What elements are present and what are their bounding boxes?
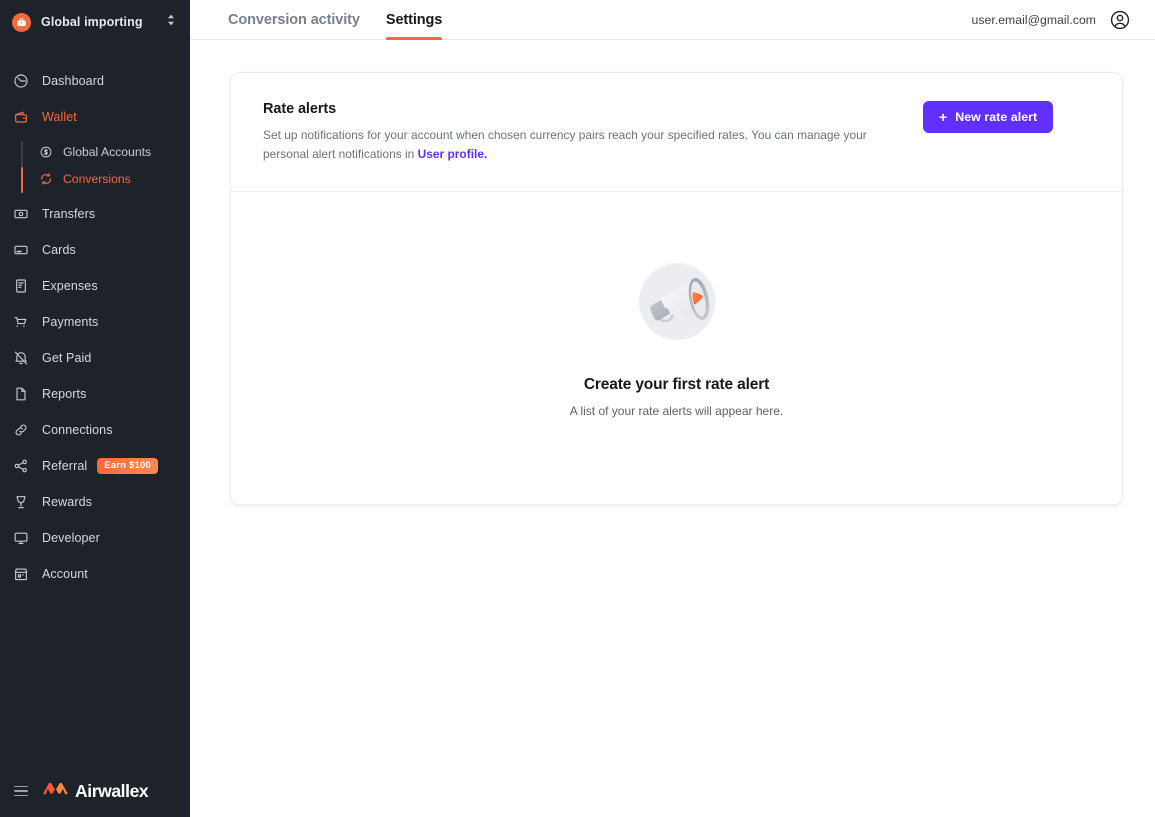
sidebar-subitem-label: Conversions bbox=[63, 172, 131, 186]
sidebar-subnav-wallet: Global Accounts Conversions bbox=[0, 139, 190, 193]
empty-state-subtitle: A list of your rate alerts will appear h… bbox=[569, 403, 784, 418]
empty-state-title: Create your first rate alert bbox=[583, 375, 770, 393]
plus-icon: + bbox=[939, 108, 948, 125]
dollar-circle-icon bbox=[38, 145, 53, 160]
briefcase-icon bbox=[12, 12, 31, 32]
sidebar-subitem-global-accounts[interactable]: Global Accounts bbox=[24, 139, 190, 165]
user-email: user.email@gmail.com bbox=[971, 12, 1096, 27]
sidebar-item-get-paid[interactable]: Get Paid bbox=[0, 340, 190, 376]
topbar: Conversion activity Settings user.email@… bbox=[190, 0, 1155, 40]
app-root: Global importing Dashboard Wallet Global… bbox=[0, 0, 1155, 817]
rate-alerts-empty-state: Create your first rate alert A list of y… bbox=[231, 192, 1122, 504]
rate-alerts-card: Rate alerts Set up notifications for you… bbox=[230, 72, 1123, 505]
sidebar-item-label: Connections bbox=[42, 423, 113, 437]
tab-settings[interactable]: Settings bbox=[385, 0, 443, 40]
sidebar-item-label: Reports bbox=[42, 387, 87, 401]
tab-conversion-activity[interactable]: Conversion activity bbox=[228, 0, 360, 39]
trophy-icon bbox=[12, 493, 30, 511]
user-circle-icon[interactable] bbox=[1109, 9, 1131, 31]
sidebar: Global importing Dashboard Wallet Global… bbox=[0, 0, 190, 817]
sidebar-item-label: Rewards bbox=[42, 495, 93, 509]
sidebar-item-label: Get Paid bbox=[42, 351, 92, 365]
dashboard-icon bbox=[12, 72, 30, 90]
sidebar-item-rewards[interactable]: Rewards bbox=[0, 484, 190, 520]
expenses-icon bbox=[12, 277, 30, 295]
sidebar-nav: Dashboard Wallet Global Accounts Convers… bbox=[0, 63, 190, 765]
card-description: Set up notifications for your account wh… bbox=[263, 126, 899, 165]
wallet-icon bbox=[12, 108, 30, 126]
sidebar-item-label: Developer bbox=[42, 531, 100, 545]
get-paid-icon bbox=[12, 349, 30, 367]
topbar-right: user.email@gmail.com bbox=[972, 0, 1131, 39]
card-description-text: Set up notifications for your account wh… bbox=[263, 128, 867, 162]
sidebar-item-cards[interactable]: Cards bbox=[0, 232, 190, 268]
card-header-text: Rate alerts Set up notifications for you… bbox=[263, 101, 923, 165]
sidebar-item-label: Account bbox=[42, 567, 88, 581]
new-rate-alert-label: New rate alert bbox=[955, 110, 1038, 124]
new-rate-alert-button[interactable]: + New rate alert bbox=[923, 101, 1054, 133]
sidebar-item-developer[interactable]: Developer bbox=[0, 520, 190, 556]
rate-alerts-card-header: Rate alerts Set up notifications for you… bbox=[231, 73, 1122, 192]
sidebar-item-label: Transfers bbox=[42, 207, 96, 221]
sidebar-item-transfers[interactable]: Transfers bbox=[0, 196, 190, 232]
hamburger-icon[interactable] bbox=[14, 785, 28, 797]
refresh-currency-icon bbox=[38, 172, 53, 187]
referral-badge[interactable]: Earn $100 bbox=[97, 458, 158, 474]
active-rail bbox=[21, 167, 23, 193]
sidebar-item-label: Referral bbox=[42, 459, 88, 473]
sidebar-item-label: Wallet bbox=[42, 110, 77, 124]
cards-icon bbox=[12, 241, 30, 259]
share-icon bbox=[12, 457, 30, 475]
user-profile-link[interactable]: User profile. bbox=[418, 147, 488, 161]
page-content: Rate alerts Set up notifications for you… bbox=[190, 40, 1155, 817]
chevron-up-down-icon[interactable] bbox=[166, 13, 176, 32]
sidebar-subitem-label: Global Accounts bbox=[63, 145, 152, 159]
tab-list: Conversion activity Settings bbox=[228, 0, 443, 40]
sidebar-item-referral[interactable]: Referral Earn $100 bbox=[0, 448, 190, 484]
sidebar-item-label: Expenses bbox=[42, 279, 98, 293]
brand-name: Airwallex bbox=[75, 780, 149, 801]
airwallex-logo-icon bbox=[42, 781, 69, 801]
sidebar-item-label: Cards bbox=[42, 243, 76, 257]
page-title: Rate alerts bbox=[263, 101, 337, 117]
link-icon bbox=[12, 421, 30, 439]
cart-icon bbox=[12, 313, 30, 331]
sidebar-item-expenses[interactable]: Expenses bbox=[0, 268, 190, 304]
airwallex-brand: Airwallex bbox=[42, 780, 149, 802]
transfers-icon bbox=[12, 205, 30, 223]
sidebar-item-label: Dashboard bbox=[42, 74, 105, 88]
org-name: Global importing bbox=[41, 15, 143, 29]
main-region: Conversion activity Settings user.email@… bbox=[190, 0, 1155, 817]
sidebar-item-payments[interactable]: Payments bbox=[0, 304, 190, 340]
storefront-icon bbox=[12, 565, 30, 583]
monitor-icon bbox=[12, 529, 30, 547]
sidebar-item-connections[interactable]: Connections bbox=[0, 412, 190, 448]
sidebar-item-label: Payments bbox=[42, 315, 99, 329]
sidebar-item-dashboard[interactable]: Dashboard bbox=[0, 63, 190, 99]
sidebar-item-reports[interactable]: Reports bbox=[0, 376, 190, 412]
org-switcher[interactable]: Global importing bbox=[0, 3, 190, 41]
sidebar-item-wallet[interactable]: Wallet bbox=[0, 99, 190, 135]
sidebar-subitem-conversions[interactable]: Conversions bbox=[24, 166, 190, 192]
sidebar-footer: Airwallex bbox=[0, 765, 190, 817]
reports-icon bbox=[12, 385, 30, 403]
sidebar-item-account[interactable]: Account bbox=[0, 556, 190, 592]
megaphone-illustration bbox=[629, 254, 725, 350]
